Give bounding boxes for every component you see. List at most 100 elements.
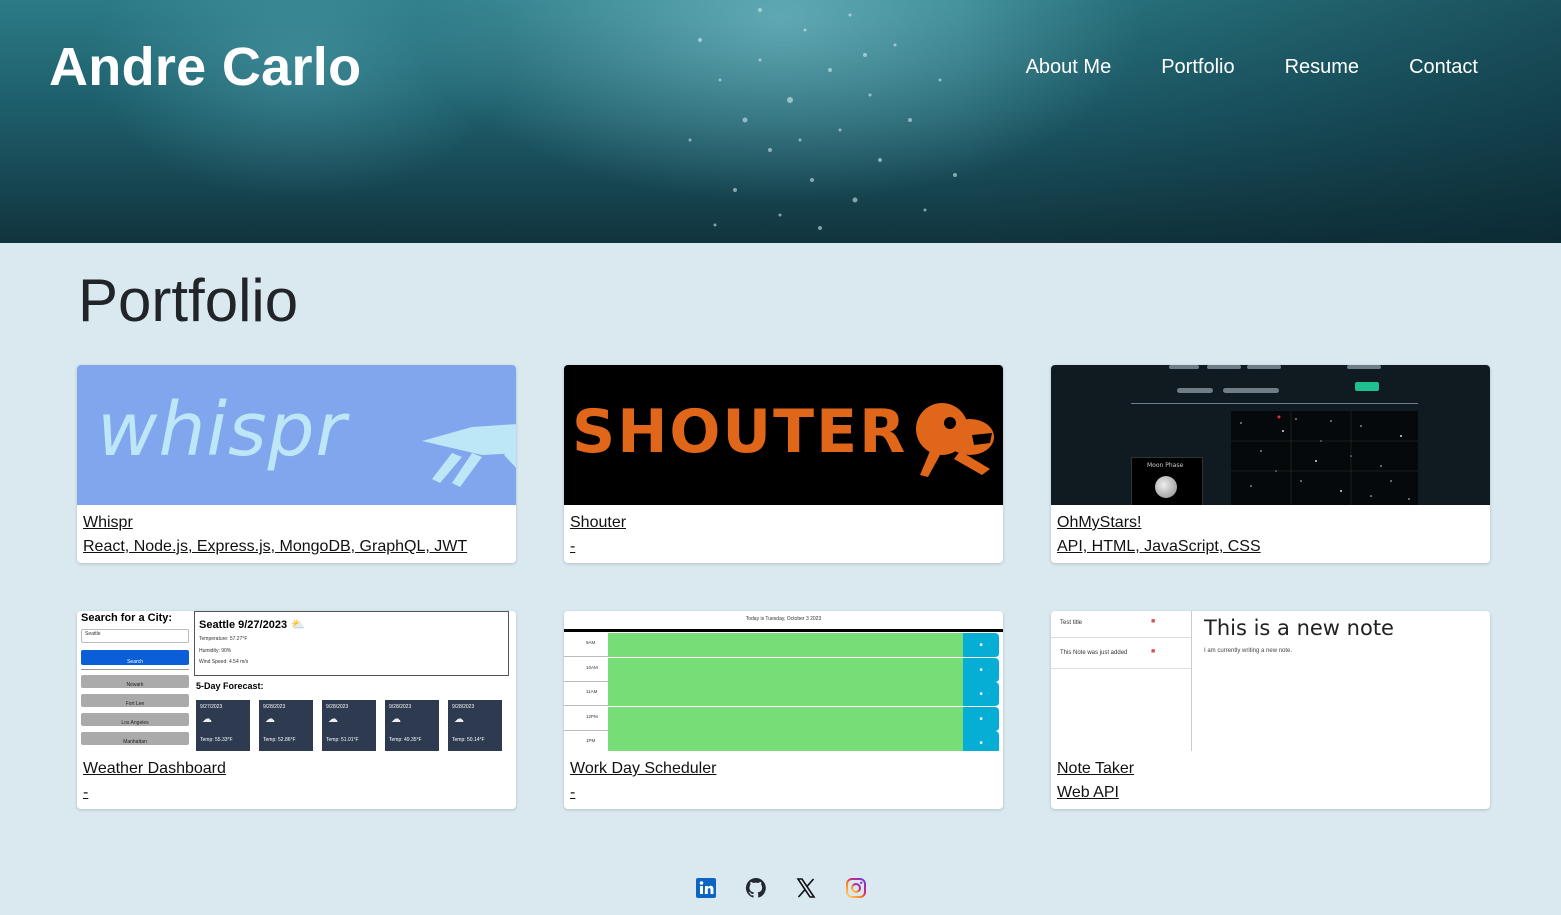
thumb-forecast-label: 5-Day Forecast:	[196, 681, 264, 691]
thumb-forecast-card: 9/28/2023 ☁ Temp: 51.01°F	[322, 700, 376, 751]
star-map-image	[1231, 411, 1418, 505]
thumb-city-button: Fort Lee	[125, 701, 145, 707]
nav-portfolio[interactable]: Portfolio	[1161, 56, 1234, 79]
project-card-shouter: SHOUTER Shouter -	[564, 365, 1003, 563]
thumb-forecast-date: 9/27/2023	[200, 704, 223, 710]
thumb-note-body: I am currently writing a new note.	[1204, 648, 1293, 654]
instagram-icon[interactable]	[844, 876, 868, 900]
thumb-forecast-card: 9/27/2023 ☁ Temp: 55.33°F	[196, 700, 250, 751]
moon-phase-label: Moon Phase	[1147, 462, 1184, 469]
thumb-forecast-temp: Temp: 52.86°F	[263, 737, 296, 743]
thumb-hour-label: 12PM	[586, 713, 598, 719]
project-tech-link[interactable]: -	[570, 535, 997, 559]
thumb-hour-block	[608, 657, 963, 683]
weather-dashboard-thumbnail[interactable]: Search for a City: Seattle Search Newark…	[77, 611, 516, 751]
thumb-hour-label: 9AM	[586, 640, 596, 645]
monkey-icon	[916, 403, 994, 477]
thumb-hour-block	[608, 731, 963, 751]
save-icon: ■	[963, 706, 999, 732]
project-title-link[interactable]: Weather Dashboard	[83, 757, 510, 781]
thumb-forecast-date: 9/28/2023	[389, 704, 412, 710]
thumb-city-button: Manhattan	[123, 739, 147, 745]
thumb-current-city: Seattle 9/27/2023	[199, 619, 288, 631]
cloud-icon: ☁	[328, 714, 338, 725]
thumb-hour-label: 11AM	[586, 689, 598, 694]
moon-phase-panel: Moon Phase	[1131, 457, 1203, 505]
thumb-city-input: Seattle	[85, 631, 101, 637]
save-icon: ■	[963, 657, 999, 683]
thumb-note-item: This Note was just added	[1060, 650, 1128, 656]
project-title-link[interactable]: Whispr	[83, 511, 510, 535]
thumb-note-title: This is a new note	[1204, 616, 1394, 640]
thumb-forecast-temp: Temp: 51.01°F	[326, 737, 359, 743]
thumb-note-item: Test title	[1060, 620, 1083, 626]
whispr-logo-text: whispr	[97, 387, 347, 473]
project-tech-link[interactable]: React, Node.js, Express.js, MongoDB, Gra…	[83, 535, 510, 559]
note-taker-thumbnail[interactable]: Test title ■ This Note was just added ■ …	[1051, 611, 1490, 751]
thumb-forecast-temp: Temp: 55.33°F	[200, 737, 233, 743]
github-icon[interactable]	[744, 876, 768, 900]
thumb-city-button: Newark	[126, 682, 144, 688]
linkedin-icon[interactable]	[694, 876, 718, 900]
project-tech-link[interactable]: API, HTML, JavaScript, CSS	[1057, 535, 1484, 559]
thumb-stat: Temperature: 57.27°F	[199, 636, 248, 642]
thumb-forecast-date: 9/28/2023	[326, 704, 349, 710]
thumb-city-button: Los Angeles	[121, 720, 149, 726]
cloud-icon: ☁	[454, 714, 464, 725]
thumb-date: Today is Tuesday, October 3 2023	[745, 616, 822, 622]
hero-banner: Andre Carlo About Me Portfolio Resume Co…	[0, 0, 1561, 243]
project-card-note-taker: Test title ■ This Note was just added ■ …	[1051, 611, 1490, 809]
project-title-link[interactable]: Work Day Scheduler	[570, 757, 997, 781]
project-card-ohmystars: Moon Phase OhMyStars! API, HTML, JavaScr…	[1051, 365, 1490, 563]
main-nav: About Me Portfolio Resume Contact	[1026, 56, 1478, 79]
thumb-forecast-date: 9/28/2023	[263, 704, 286, 710]
cloud-icon: ☁	[265, 714, 275, 725]
nav-resume[interactable]: Resume	[1285, 56, 1359, 79]
thumb-stat: Wind Speed: 4.54 m/s	[199, 659, 249, 665]
site-title: Andre Carlo	[49, 37, 362, 97]
project-card-work-day-scheduler: Today is Tuesday, October 3 2023 9AM ■ 10A…	[564, 611, 1003, 809]
cloud-icon: ☁	[202, 714, 212, 725]
thumb-search-label: Search for a City:	[81, 612, 173, 624]
project-tech-link[interactable]: -	[570, 781, 997, 805]
project-tech-link[interactable]: -	[83, 781, 510, 805]
project-card-weather-dashboard: Search for a City: Seattle Search Newark…	[77, 611, 516, 809]
thumb-forecast-temp: Temp: 49.35°F	[389, 737, 422, 743]
project-tech-link[interactable]: Web API	[1057, 781, 1484, 805]
thumb-hour-block	[608, 706, 963, 732]
whispr-thumbnail[interactable]: whispr	[77, 365, 516, 505]
trash-icon: ■	[1151, 648, 1156, 655]
thumb-hour-block	[608, 682, 963, 707]
thumb-search-button: Search	[127, 659, 143, 665]
cloud-sun-icon: ⛅	[291, 619, 305, 631]
thumb-forecast-card: 9/28/2023 ☁ Temp: 50.14°F	[448, 700, 502, 751]
nav-contact[interactable]: Contact	[1409, 56, 1478, 79]
moon-icon	[1155, 476, 1177, 498]
thumb-hour-block	[608, 633, 963, 658]
footer-social-links	[0, 876, 1561, 900]
project-title-link[interactable]: Note Taker	[1057, 757, 1484, 781]
trash-icon: ■	[1151, 618, 1156, 625]
nav-about-me[interactable]: About Me	[1026, 56, 1112, 79]
thumb-forecast-temp: Temp: 50.14°F	[452, 737, 485, 743]
save-icon: ■	[963, 731, 999, 751]
thumb-forecast-card: 9/28/2023 ☁ Temp: 49.35°F	[385, 700, 439, 751]
thumb-stat: Humidity: 90%	[199, 648, 232, 654]
grasshopper-icon	[422, 424, 516, 487]
shouter-logo-text: SHOUTER	[572, 397, 908, 467]
project-title-link[interactable]: OhMyStars!	[1057, 511, 1484, 535]
thumb-hour-label: 10AM	[586, 664, 598, 670]
scheduler-thumbnail[interactable]: Today is Tuesday, October 3 2023 9AM ■ 10A…	[564, 611, 1003, 751]
save-icon: ■	[963, 682, 999, 707]
thumb-forecast-card: 9/28/2023 ☁ Temp: 52.86°F	[259, 700, 313, 751]
project-title-link[interactable]: Shouter	[570, 511, 997, 535]
save-icon: ■	[963, 633, 999, 658]
project-card-whispr: whispr Whispr React, Node.js, Express.js…	[77, 365, 516, 563]
x-icon[interactable]	[794, 876, 818, 900]
cloud-icon: ☁	[391, 714, 401, 725]
page-title: Portfolio	[78, 267, 299, 334]
thumb-forecast-date: 9/28/2023	[452, 704, 475, 710]
ohmystars-thumbnail[interactable]: Moon Phase	[1051, 365, 1490, 505]
thumb-hour-label: 1PM	[586, 738, 596, 743]
shouter-thumbnail[interactable]: SHOUTER	[564, 365, 1003, 505]
